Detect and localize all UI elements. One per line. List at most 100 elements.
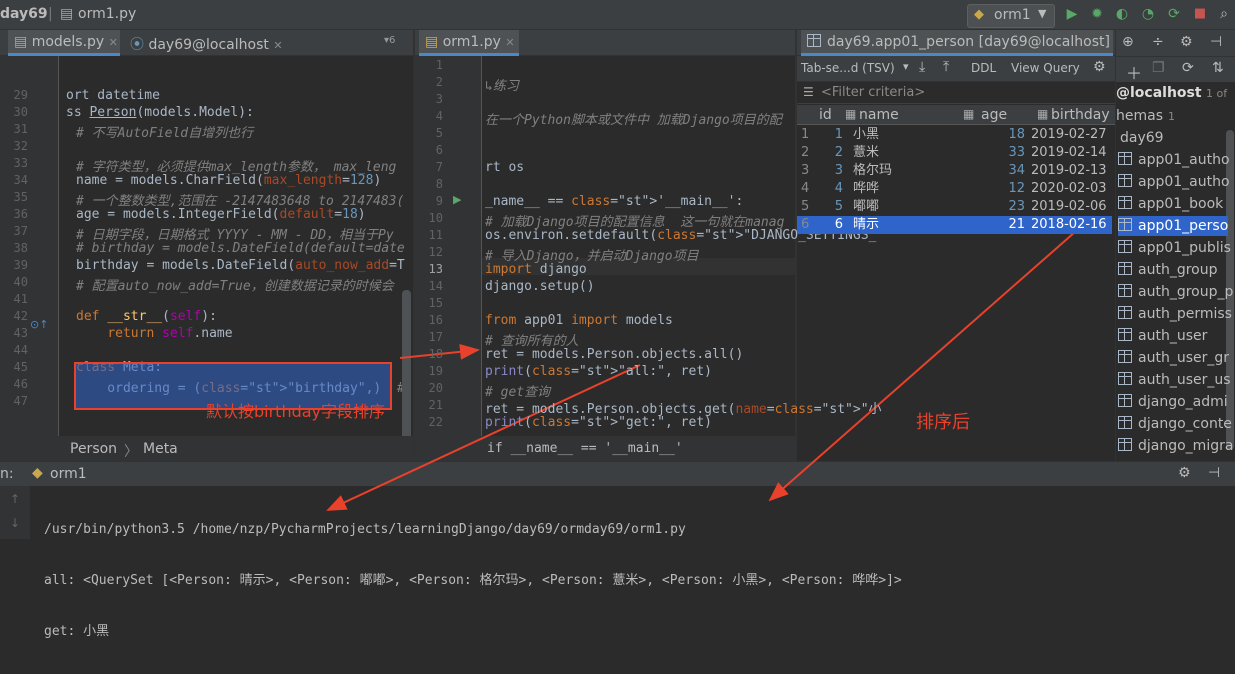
table-row[interactable]: 4 4 哗哗 12 2020-02-03 [797,180,1112,198]
line-number: 10 [428,211,443,225]
tree-table-label: auth_group_p [1138,284,1234,300]
cell-row[interactable]: 6 [801,216,815,234]
tree-table-item[interactable]: auth_user [1118,326,1207,346]
cell-birthday[interactable]: 2020-02-03 [1031,180,1113,198]
table-icon [1118,262,1132,275]
code-line: print(class="st">"get:", ret) [485,415,712,430]
tree-table-item[interactable]: auth_permiss [1118,304,1232,324]
table-icon [1118,218,1132,231]
code-line: import django [485,262,587,277]
line-number: 4 [435,109,443,123]
cell-age[interactable]: 34 [993,162,1025,180]
console-line-get: get: 小黑 [44,624,110,639]
cell-name[interactable]: 小黑 [853,126,943,144]
cell-id[interactable]: 6 [819,216,843,234]
tree-table-item[interactable]: auth_user_gr [1118,348,1229,368]
arrow-table-to-output [768,231,1076,502]
line-number: 16 [428,313,443,327]
cell-age[interactable]: 18 [993,126,1025,144]
code-line: from app01 import models [485,313,673,328]
cell-row[interactable]: 3 [801,162,815,180]
code-line: _name__ == class="st">'__main__': [485,194,744,209]
cell-age[interactable]: 12 [993,180,1025,198]
tree-table-item[interactable]: app01_autho [1118,150,1230,170]
cell-row[interactable]: 5 [801,198,815,216]
annotation-arrows [326,231,1076,511]
tree-table-item[interactable]: auth_user_us [1118,370,1231,390]
line-number: 20 [428,381,443,395]
line-number: 21 [428,398,443,412]
cell-name[interactable]: 格尔玛 [853,162,943,180]
cell-name[interactable]: 晴示 [853,216,943,234]
cell-id[interactable]: 4 [819,180,843,198]
line-number: 14 [428,279,443,293]
table-row[interactable]: 5 5 嘟嘟 23 2019-02-06 [797,198,1112,216]
cell-age[interactable]: 23 [993,198,1025,216]
line-number: 6 [435,143,443,157]
table-icon [1118,196,1132,209]
cell-birthday[interactable]: 2019-02-14 [1031,144,1113,162]
line-number: 7 [435,160,443,174]
tree-table-item[interactable]: django_conte [1118,414,1232,434]
cell-row[interactable]: 1 [801,126,815,144]
cell-birthday[interactable]: 2018-02-16 [1031,216,1113,234]
tree-table-item[interactable]: auth_group [1118,260,1217,280]
cell-age[interactable]: 33 [993,144,1025,162]
table-icon [1118,328,1132,341]
table-icon [1118,350,1132,363]
cell-birthday[interactable]: 2019-02-13 [1031,162,1113,180]
tree-table-label: auth_user [1138,328,1208,344]
tree-table-item[interactable]: app01_publis [1118,238,1231,258]
tree-table-item[interactable]: django_migra [1118,436,1233,456]
cell-name[interactable]: 哗哗 [853,180,943,198]
code-line: ret = models.Person.objects.all() [485,347,744,362]
code-line: print(class="st">"all:", ret) [485,364,712,379]
cell-id[interactable]: 5 [819,198,843,216]
tree-table-item[interactable]: auth_group_p [1118,282,1233,302]
cell-id[interactable]: 2 [819,144,843,162]
cell-row[interactable]: 4 [801,180,815,198]
table-icon [1118,438,1132,451]
cell-id[interactable]: 3 [819,162,843,180]
table-icon [1118,394,1132,407]
line-number: 1 [435,58,443,72]
table-row[interactable]: 6 6 晴示 21 2018-02-16 [797,216,1112,234]
line-number: 9 [435,194,443,208]
tree-table-item[interactable]: app01_perso [1118,216,1228,236]
tree-table-item[interactable]: app01_book [1118,194,1223,214]
cell-birthday[interactable]: 2019-02-27 [1031,126,1113,144]
cell-id[interactable]: 1 [819,126,843,144]
tree-table-label: auth_permiss [1138,306,1232,322]
tree-table-label: auth_group [1138,262,1218,278]
cell-name[interactable]: 嘟嘟 [853,198,943,216]
cell-age[interactable]: 21 [993,216,1025,234]
console-line-all: all: <QuerySet [<Person: 晴示>, <Person: 嘟… [44,573,902,588]
code-line: django.setup() [485,279,595,294]
tree-table-label: auth_user_us [1138,372,1231,388]
line-number: 19 [428,364,443,378]
line-number: 12 [428,245,443,259]
line-number: 2 [435,75,443,89]
tree-table-item[interactable]: django_admi [1118,392,1228,412]
table-row[interactable]: 3 3 格尔玛 34 2019-02-13 [797,162,1112,180]
line-number: 22 [428,415,443,429]
table-row[interactable]: 1 1 小黑 18 2019-02-27 [797,126,1112,144]
tree-table-item[interactable]: app01_autho [1118,172,1230,192]
tree-table-label: app01_publis [1138,240,1231,256]
line-number: 13 [428,262,443,276]
cell-name[interactable]: 薏米 [853,144,943,162]
tree-table-label: app01_perso [1138,218,1229,234]
line-number: 11 [428,228,443,242]
line-number: 5 [435,126,443,140]
table-icon [1118,240,1132,253]
cell-row[interactable]: 2 [801,144,815,162]
table-icon [1118,416,1132,429]
line-number: 8 [435,177,443,191]
line-number: 3 [435,92,443,106]
table-icon [1118,306,1132,319]
line-number: 18 [428,347,443,361]
tree-table-label: django_migra [1138,438,1234,454]
cell-birthday[interactable]: 2019-02-06 [1031,198,1113,216]
tree-table-label: django_admi [1138,394,1228,410]
table-row[interactable]: 2 2 薏米 33 2019-02-14 [797,144,1112,162]
